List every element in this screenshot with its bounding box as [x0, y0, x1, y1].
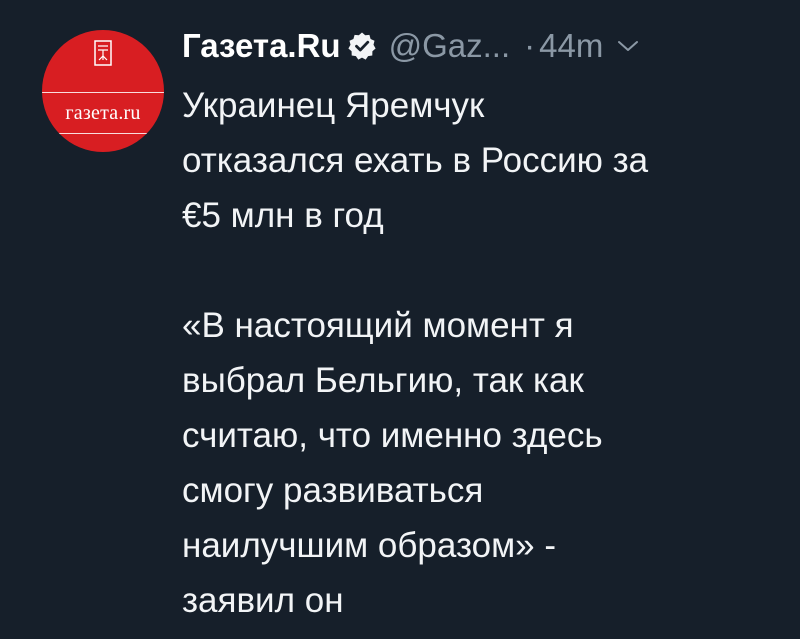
text-line: Украинец Яремчук [182, 86, 485, 125]
text-line: выбрал Бельгию, так как [182, 361, 584, 400]
tweet[interactable]: газета.ru Газета.Ru @Gaz... · 44m Украин… [0, 0, 800, 639]
text-line: отказался ехать в Россию за [182, 141, 649, 180]
text-line: «В настоящий момент я [182, 306, 574, 345]
text-line: считаю, что именно здесь [182, 416, 603, 455]
newspaper-logo-icon [94, 40, 112, 66]
text-line: наилучшим образом» - [182, 526, 556, 565]
avatar[interactable]: газета.ru [42, 30, 164, 152]
author-name[interactable]: Газета.Ru [182, 27, 341, 65]
text-line: смогу развиваться [182, 471, 484, 510]
avatar-divider-bottom [42, 133, 164, 134]
author-handle[interactable]: @Gaz... [389, 27, 511, 65]
avatar-divider-top [42, 92, 164, 93]
chevron-down-icon[interactable] [617, 39, 639, 53]
avatar-logo-text: газета.ru [65, 102, 141, 124]
text-line: заявил он [182, 581, 344, 620]
time-separator: · [524, 27, 536, 64]
tweet-timestamp[interactable]: 44m [539, 27, 603, 65]
tweet-paragraph: Украинец Яремчук отказался ехать в Росси… [182, 78, 782, 243]
tweet-text: Украинец Яремчук отказался ехать в Росси… [182, 78, 782, 628]
tweet-paragraph: «В настоящий момент я выбрал Бельгию, та… [182, 298, 782, 628]
verified-badge-icon [347, 32, 376, 60]
tweet-header: Газета.Ru @Gaz... · 44m [182, 24, 639, 68]
text-line: €5 млн в год [182, 196, 384, 235]
